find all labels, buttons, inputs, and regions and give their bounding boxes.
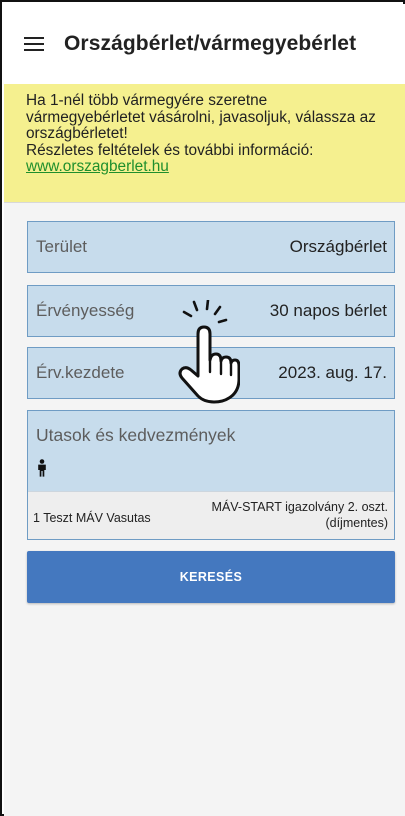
form-area: Terület Országbérlet Érvényesség 30 napo…: [4, 202, 405, 816]
screen-frame: Országbérlet/vármegyebérlet Ha 1-nél töb…: [0, 0, 405, 816]
passengers-section[interactable]: Utasok és kedvezmények 1 Teszt MÁV Vasut…: [27, 410, 395, 540]
menu-button[interactable]: [4, 4, 64, 84]
passenger-discount: MÁV-START igazolvány 2. oszt. (díjmentes…: [178, 499, 388, 531]
validity-label: Érvényesség: [36, 301, 135, 320]
search-button-label: KERESÉS: [179, 570, 243, 584]
info-notice: Ha 1-nél több vármegyére szeretne vármeg…: [4, 84, 405, 202]
discount-line-1: MÁV-START igazolvány 2. oszt.: [211, 500, 388, 514]
discount-line-2: (díjmentes): [325, 516, 388, 530]
start-date-value: 2023. aug. 17.: [278, 363, 387, 382]
person-icon: [38, 459, 46, 477]
start-date-label: Érv.kezdete: [36, 363, 125, 382]
website-link[interactable]: www.orszagberlet.hu: [26, 158, 169, 175]
app-bar: Országbérlet/vármegyebérlet: [4, 4, 405, 84]
area-value: Országbérlet: [289, 237, 387, 256]
passengers-title: Utasok és kedvezmények: [36, 425, 236, 445]
notice-text: Ha 1-nél több vármegyére szeretne vármeg…: [26, 92, 376, 142]
tap-hand-pointer-icon: [178, 300, 240, 404]
area-field[interactable]: Terület Országbérlet: [27, 221, 395, 273]
notice-details-text: Részletes feltételek és további informác…: [26, 141, 314, 159]
hamburger-menu-icon: [24, 37, 44, 51]
passenger-row[interactable]: 1 Teszt MÁV Vasutas MÁV-START igazolvány…: [28, 491, 394, 539]
validity-value: 30 napos bérlet: [269, 301, 387, 320]
passenger-name: 1 Teszt MÁV Vasutas: [33, 511, 151, 525]
search-button[interactable]: KERESÉS: [27, 551, 395, 603]
page-title: Országbérlet/vármegyebérlet: [64, 32, 357, 55]
area-label: Terület: [36, 237, 88, 256]
